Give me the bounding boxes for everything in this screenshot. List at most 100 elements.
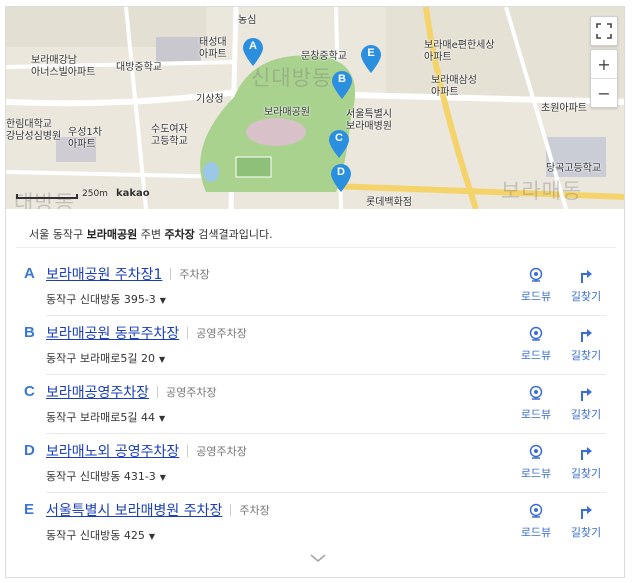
- result-item: A 보라매공원 주차장1 주차장 동작구 신대방동 395-3 ▼ 로드뷰 길찾기: [6, 257, 624, 316]
- title-separator: [187, 327, 189, 339]
- result-address[interactable]: 동작구 신대방동 431-3 ▼: [46, 468, 166, 484]
- search-summary: 서울 동작구 보라매공원 주변 주차장 검색결과입니다.: [29, 226, 273, 242]
- marker-letter: D: [337, 166, 345, 178]
- map-poi-label: 태성대 아파트: [199, 37, 227, 60]
- map-marker-c[interactable]: C: [328, 129, 350, 159]
- result-letter: B: [24, 324, 35, 341]
- map-poi-label: 문창중학교: [301, 51, 347, 62]
- chevron-down-icon: [310, 554, 326, 563]
- result-letter: A: [24, 265, 35, 282]
- expand-more-button[interactable]: [308, 550, 328, 564]
- summary-category: 주차장: [164, 228, 195, 241]
- marker-letter: A: [249, 40, 257, 52]
- map-area-label: 보라매동: [501, 179, 583, 203]
- map-marker-e[interactable]: E: [360, 44, 382, 74]
- result-title-link[interactable]: 보라매공원 동문주차장: [46, 323, 179, 343]
- map-search-widget: 신대방동 보라매동 대방동 농심 태성대 아파트 문창중학교 보라매강남 아너스…: [5, 6, 625, 578]
- kakao-logo: kakao: [116, 188, 150, 199]
- caret-down-icon: ▼: [148, 532, 155, 541]
- result-category: 공영주차장: [196, 445, 247, 458]
- caret-down-icon: ▼: [158, 414, 166, 423]
- map-poi-label: 한림대학교 강남성심병원: [6, 119, 62, 142]
- result-list: A 보라매공원 주차장1 주차장 동작구 신대방동 395-3 ▼ 로드뷰 길찾기 …: [6, 257, 624, 552]
- directions-icon: [581, 270, 592, 283]
- roadview-label: 로드뷰: [520, 467, 552, 480]
- zoom-in-button[interactable]: +: [591, 50, 617, 78]
- result-address[interactable]: 동작구 보라매로5길 20 ▼: [46, 350, 165, 366]
- map-poi-label: 보라매삼성 아파트: [431, 75, 477, 98]
- directions-label: 길찾기: [570, 290, 602, 303]
- zoom-out-button[interactable]: −: [591, 79, 617, 107]
- roadview-button[interactable]: 로드뷰: [516, 326, 556, 363]
- result-category: 공영주차장: [166, 386, 217, 399]
- directions-button[interactable]: 길찾기: [566, 326, 606, 363]
- directions-label: 길찾기: [570, 349, 602, 362]
- scale-text: 250m: [82, 189, 108, 199]
- map-poi-label: 서울특별시 보라매병원: [346, 109, 392, 132]
- map-poi-label: 대방중학교: [116, 62, 162, 73]
- result-address-text: 동작구 신대방동 425: [46, 529, 145, 542]
- map-poi-label: 롯데백화점: [366, 197, 412, 208]
- result-letter: C: [24, 383, 35, 400]
- directions-icon: [581, 447, 592, 460]
- result-category: 공영주차장: [196, 327, 247, 340]
- map-marker-b[interactable]: B: [331, 70, 353, 100]
- result-item: C 보라매공영주차장 공영주차장 동작구 보라매로5길 44 ▼ 로드뷰 길찾기: [6, 375, 624, 434]
- result-letter: D: [24, 442, 35, 459]
- roadview-button[interactable]: 로드뷰: [516, 267, 556, 304]
- result-address[interactable]: 동작구 신대방동 395-3 ▼: [46, 291, 166, 307]
- result-title-link[interactable]: 보라매노외 공영주차장: [46, 441, 179, 461]
- map-poi-label: 보라매e편한세상 아파트: [424, 40, 495, 63]
- result-address[interactable]: 동작구 신대방동 425 ▼: [46, 527, 155, 543]
- summary-middle: 주변: [137, 228, 165, 241]
- directions-button[interactable]: 길찾기: [566, 385, 606, 422]
- fullscreen-button[interactable]: [590, 16, 618, 46]
- result-title-link[interactable]: 보라매공영주차장: [46, 382, 149, 402]
- result-title-link[interactable]: 서울특별시 보라매병원 주차장: [46, 500, 222, 520]
- marker-letter: E: [367, 47, 375, 59]
- divider: [16, 247, 616, 248]
- marker-letter: B: [338, 73, 346, 85]
- caret-down-icon: ▼: [159, 473, 166, 482]
- roadview-icon: [529, 503, 543, 518]
- title-separator: [230, 504, 232, 516]
- map-poi-label: 수도여자 고등학교: [151, 124, 188, 147]
- directions-icon: [581, 329, 592, 342]
- result-category: 주차장: [239, 504, 270, 517]
- result-category: 주차장: [179, 268, 210, 281]
- result-address-text: 동작구 보라매로5길 44: [46, 411, 155, 424]
- roadview-button[interactable]: 로드뷰: [516, 503, 556, 540]
- roadview-label: 로드뷰: [520, 526, 552, 539]
- title-separator: [170, 268, 172, 280]
- roadview-icon: [529, 385, 543, 400]
- directions-label: 길찾기: [570, 526, 602, 539]
- map-view[interactable]: 신대방동 보라매동 대방동 농심 태성대 아파트 문창중학교 보라매강남 아너스…: [6, 7, 624, 209]
- map-marker-d[interactable]: D: [330, 163, 352, 193]
- result-address[interactable]: 동작구 보라매로5길 44 ▼: [46, 409, 165, 425]
- roadview-button[interactable]: 로드뷰: [516, 385, 556, 422]
- map-marker-a[interactable]: A: [242, 37, 264, 67]
- result-address-text: 동작구 신대방동 431-3: [46, 470, 156, 483]
- roadview-button[interactable]: 로드뷰: [516, 444, 556, 481]
- directions-button[interactable]: 길찾기: [566, 444, 606, 481]
- directions-icon: [581, 388, 592, 401]
- result-item: E 서울특별시 보라매병원 주차장 주차장 동작구 신대방동 425 ▼ 로드뷰 길…: [6, 493, 624, 552]
- roadview-icon: [529, 326, 543, 341]
- directions-button[interactable]: 길찾기: [566, 267, 606, 304]
- roadview-icon: [529, 444, 543, 459]
- result-title-link[interactable]: 보라매공원 주차장1: [46, 264, 162, 284]
- directions-button[interactable]: 길찾기: [566, 503, 606, 540]
- map-poi-label: 당곡고등학교: [546, 163, 602, 174]
- marker-letter: C: [335, 132, 343, 144]
- result-item: B 보라매공원 동문주차장 공영주차장 동작구 보라매로5길 20 ▼ 로드뷰 길찾…: [6, 316, 624, 375]
- summary-prefix: 서울 동작구: [29, 228, 87, 241]
- title-separator: [157, 386, 159, 398]
- directions-label: 길찾기: [570, 467, 602, 480]
- caret-down-icon: ▼: [158, 355, 166, 364]
- map-poi-label: 보라매강남 아너스빌아파트: [31, 55, 96, 78]
- result-address-text: 동작구 보라매로5길 20: [46, 352, 155, 365]
- map-poi-label: 보라매공원: [264, 107, 310, 118]
- roadview-label: 로드뷰: [520, 290, 552, 303]
- summary-place: 보라매공원: [86, 228, 138, 241]
- map-poi-label: 농심: [238, 15, 257, 26]
